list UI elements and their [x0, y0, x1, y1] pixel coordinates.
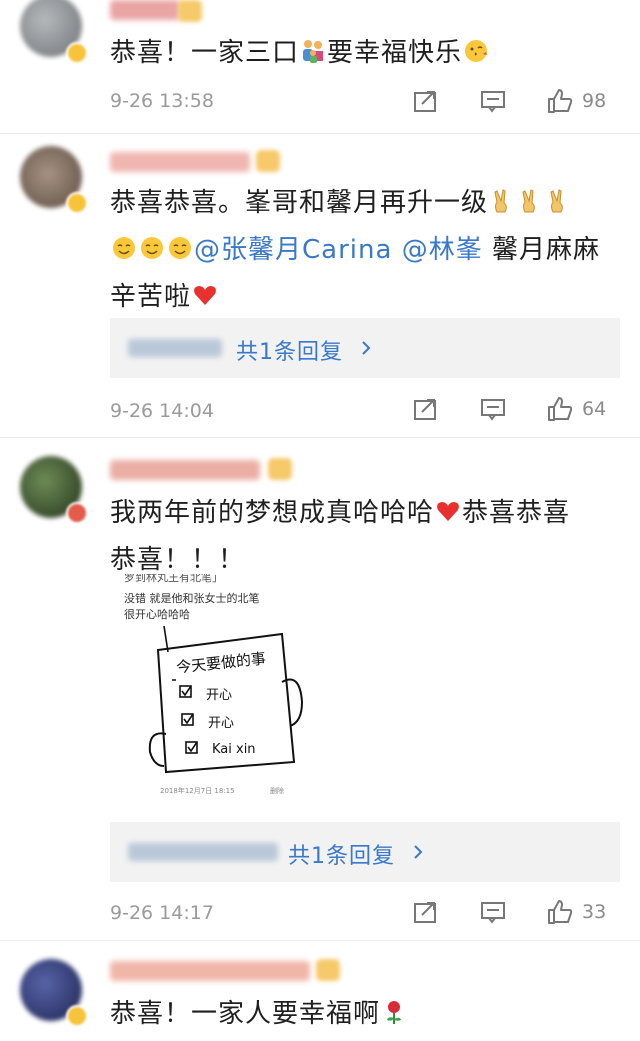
mention-link[interactable]: @林峯: [402, 235, 483, 265]
comment-actions: 98: [410, 86, 640, 116]
reply-author-blurred: [128, 339, 222, 357]
username-blurred[interactable]: [110, 961, 310, 981]
like-count: 64: [582, 398, 607, 420]
smiling-face-icon: [169, 236, 191, 259]
chevron-right-icon: [362, 341, 371, 355]
comment-text: 恭喜！一家人要幸福啊: [110, 991, 610, 1038]
user-level-badge-icon: [178, 0, 202, 22]
comment-2: 恭喜恭喜。峯哥和馨月再升一级 @张馨月Carina @林峯 馨月麻麻 辛苦啦 共…: [0, 134, 640, 436]
verified-badge-icon: [66, 1005, 88, 1027]
image-footer-delete: 删除: [270, 787, 284, 795]
smiling-face-icon: [141, 236, 163, 259]
red-heart-icon: [437, 501, 459, 521]
comment-time: 9-26 14:04: [110, 400, 214, 422]
victory-hand-icon: [522, 188, 535, 212]
mention-link[interactable]: @张馨月Carina: [194, 235, 392, 265]
reply-author-blurred: [128, 843, 278, 861]
comment-actions: 33: [410, 897, 640, 927]
chevron-right-icon: [414, 845, 423, 859]
red-heart-icon: [194, 285, 216, 305]
image-cut-text: 罗到林丸王有北笔」: [124, 574, 223, 584]
thumb-up-icon[interactable]: [545, 86, 575, 116]
image-caption: 没错 就是他和张女士的北笔: [124, 592, 260, 605]
reply-count-link[interactable]: 共1条回复: [288, 838, 395, 870]
image-footer-date: 2018年12月7日 18:15: [160, 787, 235, 795]
comment-text: 我两年前的梦想成真哈哈哈 恭喜恭喜 恭喜！！！: [110, 498, 571, 575]
image-caption: 很开心哈哈哈: [124, 608, 190, 621]
reply-count-link[interactable]: 共1条回复: [236, 334, 343, 366]
username-blurred[interactable]: [110, 152, 250, 172]
sign-item: 开心: [206, 688, 233, 703]
share-icon[interactable]: [410, 897, 440, 927]
sign-item: Kai xin: [212, 742, 256, 757]
comment-time: 9-26 14:17: [110, 902, 214, 924]
comment-1: 恭喜！一家三口 要幸福快乐 9-26 13:58 98: [0, 0, 640, 135]
verified-badge-icon: [66, 192, 88, 214]
user-level-badge-icon: [268, 458, 292, 480]
comment-4: 恭喜！一家人要幸福啊: [0, 941, 640, 1041]
rose-icon: [387, 1000, 402, 1024]
reply-preview[interactable]: 共1条回复: [110, 822, 620, 882]
victory-hand-icon: [494, 188, 507, 212]
comment-text: 恭喜恭喜。峯哥和馨月再升一级 @张馨月Carina @林峯 馨月麻麻 辛苦啦: [110, 188, 600, 312]
comment-icon[interactable]: [478, 394, 508, 424]
like-count: 33: [582, 901, 607, 923]
verified-badge-icon: [66, 42, 88, 64]
comment-time: 9-26 13:58: [110, 90, 214, 112]
comment-icon[interactable]: [478, 897, 508, 927]
user-level-badge-icon: [256, 150, 280, 172]
username-blurred[interactable]: [110, 0, 180, 20]
user-level-badge-icon: [316, 959, 340, 981]
smiling-face-icon: [113, 236, 135, 259]
comment-actions: 64: [410, 394, 640, 424]
comment-text: 恭喜！一家三口 要幸福快乐: [110, 30, 610, 77]
share-icon[interactable]: [410, 86, 440, 116]
kissing-face-icon: [465, 39, 488, 62]
comment-icon[interactable]: [478, 86, 508, 116]
like-count: 98: [582, 90, 607, 112]
reply-preview[interactable]: 共1条回复: [110, 318, 620, 378]
sign-item: 开心: [208, 716, 235, 731]
comment-image[interactable]: 罗到林丸王有北笔」 没错 就是他和张女士的北笔 很开心哈哈哈 今天要做的事 开心…: [116, 572, 312, 802]
thumb-up-icon[interactable]: [545, 897, 575, 927]
share-icon[interactable]: [410, 394, 440, 424]
victory-hand-icon: [550, 188, 563, 212]
thumb-up-icon[interactable]: [545, 394, 575, 424]
family-emoji-icon: [303, 39, 324, 63]
username-blurred[interactable]: [110, 460, 260, 480]
verified-badge-icon: [66, 502, 88, 524]
